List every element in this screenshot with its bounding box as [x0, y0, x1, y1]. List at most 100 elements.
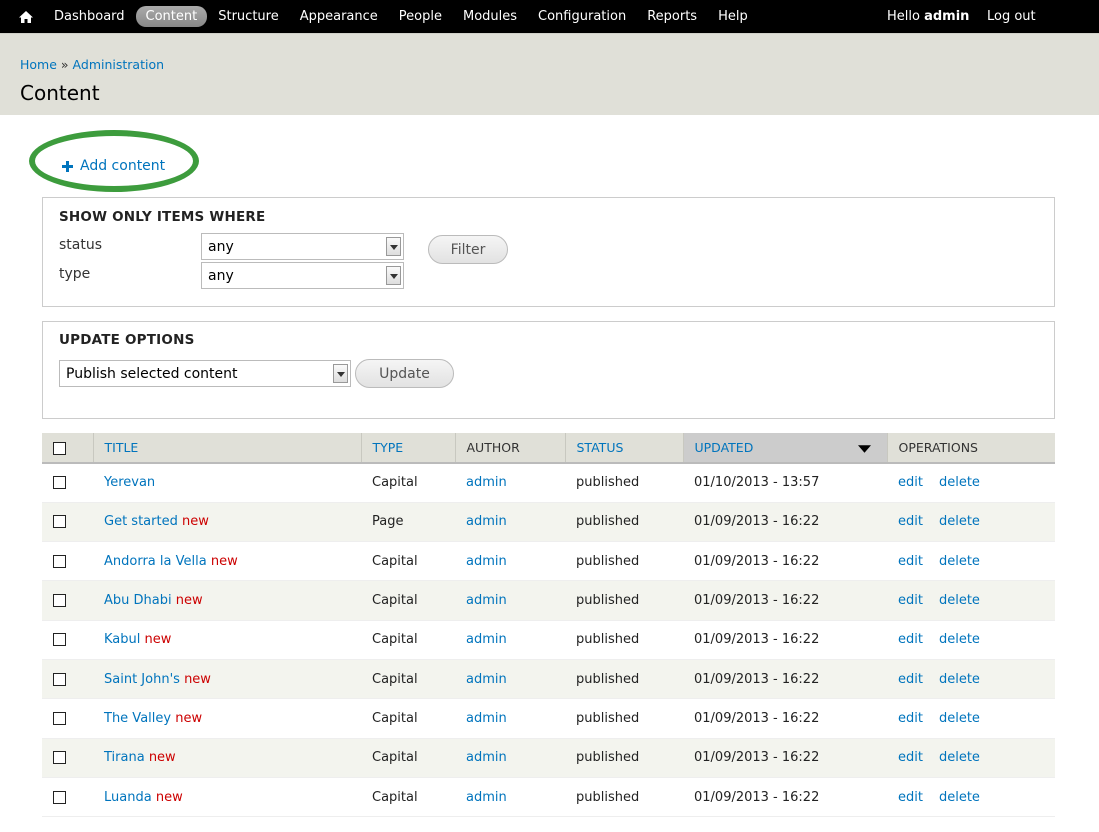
sort-updated-link[interactable]: UPDATED	[695, 440, 754, 455]
operations-cell: edit delete	[887, 463, 1055, 503]
author-link[interactable]: admin	[466, 790, 507, 805]
type-select[interactable]: any	[201, 262, 404, 289]
author-link[interactable]: admin	[466, 593, 507, 608]
node-title-link[interactable]: Get started	[104, 514, 178, 529]
updated-cell: 01/09/2013 - 16:22	[683, 580, 887, 621]
delete-link[interactable]: delete	[939, 711, 980, 726]
status-select[interactable]: any	[201, 233, 404, 260]
author-link[interactable]: admin	[466, 672, 507, 687]
sort-type-link[interactable]: TYPE	[373, 440, 404, 455]
row-select-cell	[42, 580, 93, 621]
toolbar-item-reports[interactable]: Reports	[637, 6, 707, 27]
edit-link[interactable]: edit	[898, 750, 923, 765]
node-title-link[interactable]: Yerevan	[104, 475, 155, 490]
toolbar-item-content[interactable]: Content	[135, 6, 208, 27]
delete-link[interactable]: delete	[939, 554, 980, 569]
select-all-checkbox[interactable]	[53, 442, 66, 455]
toolbar-item-people[interactable]: People	[389, 6, 452, 27]
row-select-cell	[42, 463, 93, 503]
toolbar-item-structure[interactable]: Structure	[208, 6, 288, 27]
status-cell: published	[565, 777, 683, 818]
node-title-link[interactable]: The Valley	[104, 711, 171, 726]
author-cell: admin	[455, 541, 565, 582]
table-row: Abu Dhabi new Capital admin published 01/09/…	[42, 580, 1055, 621]
author-link[interactable]: admin	[466, 475, 507, 490]
delete-link[interactable]: delete	[939, 790, 980, 805]
delete-link[interactable]: delete	[939, 593, 980, 608]
author-link[interactable]: admin	[466, 554, 507, 569]
row-checkbox[interactable]	[53, 554, 66, 568]
title-cell: Get started new	[93, 502, 361, 543]
row-checkbox[interactable]	[53, 476, 66, 490]
row-checkbox[interactable]	[53, 790, 66, 804]
author-cell: admin	[455, 698, 565, 739]
edit-link[interactable]: edit	[898, 554, 923, 569]
node-title-link[interactable]: Tirana	[104, 750, 145, 765]
breadcrumb: Home » Administration	[20, 57, 164, 72]
edit-link[interactable]: edit	[898, 711, 923, 726]
plus-icon	[62, 160, 73, 172]
username[interactable]: admin	[924, 9, 969, 24]
row-checkbox[interactable]	[53, 633, 66, 647]
node-title-link[interactable]: Luanda	[104, 790, 152, 805]
delete-link[interactable]: delete	[939, 672, 980, 687]
toolbar-item-modules[interactable]: Modules	[453, 6, 527, 27]
delete-link[interactable]: delete	[939, 632, 980, 647]
page-header: Home » Administration Content	[0, 33, 1099, 115]
row-checkbox[interactable]	[53, 515, 66, 529]
filter-button[interactable]: Filter	[428, 235, 508, 264]
table-row: Get started new Page admin published 01/09/2…	[42, 502, 1055, 543]
author-link[interactable]: admin	[466, 750, 507, 765]
node-title-link[interactable]: Kabul	[104, 632, 140, 647]
row-checkbox[interactable]	[53, 672, 66, 686]
update-action-select[interactable]: Publish selected content	[59, 360, 351, 387]
node-title-link[interactable]: Abu Dhabi	[104, 593, 172, 608]
edit-link[interactable]: edit	[898, 475, 923, 490]
add-content-link[interactable]: Add content	[62, 158, 165, 174]
sort-title-link[interactable]: TITLE	[105, 440, 139, 455]
toolbar-item-dashboard[interactable]: Dashboard	[44, 6, 135, 27]
update-button[interactable]: Update	[355, 359, 454, 388]
updated-cell: 01/09/2013 - 16:22	[683, 698, 887, 739]
delete-link[interactable]: delete	[939, 750, 980, 765]
dropdown-arrow-icon	[333, 364, 348, 383]
row-checkbox[interactable]	[53, 711, 66, 725]
sort-status-link[interactable]: STATUS	[577, 440, 624, 455]
type-label: type	[59, 266, 91, 282]
row-checkbox[interactable]	[53, 594, 66, 608]
edit-link[interactable]: edit	[898, 593, 923, 608]
edit-link[interactable]: edit	[898, 790, 923, 805]
update-action-value: Publish selected content	[66, 365, 238, 382]
delete-link[interactable]: delete	[939, 514, 980, 529]
sort-desc-icon[interactable]	[857, 445, 871, 453]
operations-cell: edit delete	[887, 541, 1055, 582]
breadcrumb-home[interactable]: Home	[20, 57, 57, 72]
filter-fieldset: SHOW ONLY ITEMS WHERE status any type an…	[42, 197, 1055, 307]
row-select-cell	[42, 738, 93, 778]
node-title-link[interactable]: Saint John's	[104, 672, 180, 687]
author-cell: admin	[455, 502, 565, 543]
title-cell: Kabul new	[93, 620, 361, 660]
new-marker: new	[155, 789, 183, 805]
home-icon[interactable]	[18, 9, 34, 25]
toolbar-item-help[interactable]: Help	[708, 6, 758, 27]
operations-cell: edit delete	[887, 620, 1055, 660]
edit-link[interactable]: edit	[898, 514, 923, 529]
breadcrumb-administration[interactable]: Administration	[73, 57, 164, 72]
author-cell: admin	[455, 659, 565, 700]
row-select-cell	[42, 620, 93, 660]
operations-cell: edit delete	[887, 777, 1055, 818]
toolbar-item-configuration[interactable]: Configuration	[528, 6, 636, 27]
new-marker: new	[144, 632, 172, 648]
node-title-link[interactable]: Andorra la Vella	[104, 554, 207, 569]
edit-link[interactable]: edit	[898, 632, 923, 647]
row-checkbox[interactable]	[53, 751, 66, 765]
toolbar-item-appearance[interactable]: Appearance	[290, 6, 388, 27]
logout-link[interactable]: Log out	[987, 0, 1036, 33]
author-link[interactable]: admin	[466, 711, 507, 726]
edit-link[interactable]: edit	[898, 672, 923, 687]
delete-link[interactable]: delete	[939, 475, 980, 490]
author-link[interactable]: admin	[466, 632, 507, 647]
author-cell: admin	[455, 620, 565, 660]
author-link[interactable]: admin	[466, 514, 507, 529]
